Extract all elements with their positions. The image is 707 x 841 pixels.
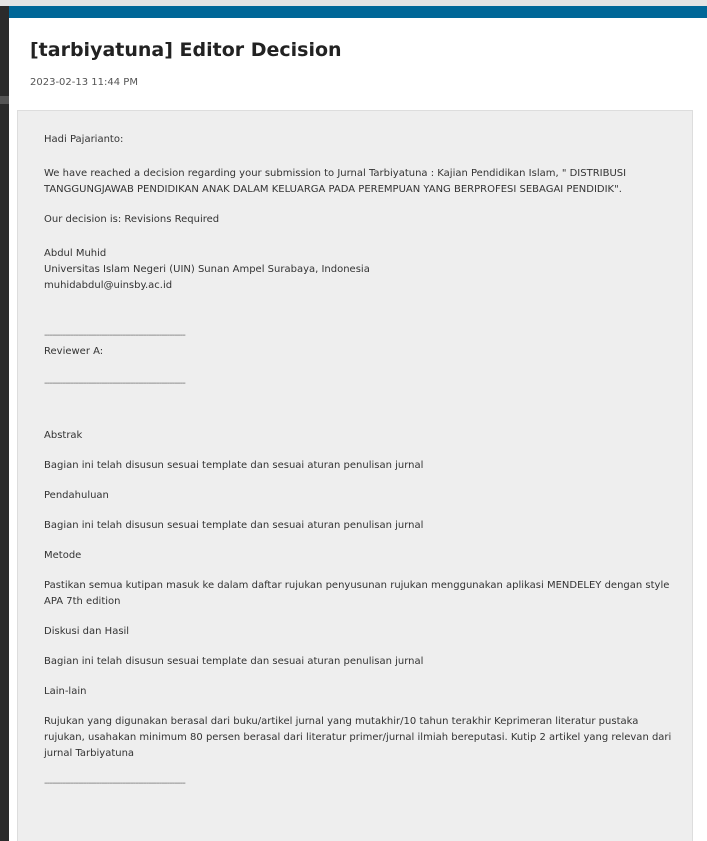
backdrop-overlay	[0, 0, 9, 841]
email-body: Hadi Pajarianto: We have reached a decis…	[17, 110, 693, 841]
modal-title: [tarbiyatuna] Editor Decision	[30, 39, 342, 61]
section-comment: Pastikan semua kutipan masuk ke dalam da…	[44, 580, 670, 607]
page: [tarbiyatuna] Editor Decision 2023-02-13…	[0, 0, 707, 841]
section-heading: Abstrak	[44, 430, 83, 441]
editor-email: muhidabdul@uinsby.ac.id	[44, 280, 173, 291]
section-heading: Diskusi dan Hasil	[44, 626, 130, 637]
salutation: Hadi Pajarianto:	[44, 134, 124, 145]
editor-affiliation: Universitas Islam Negeri (UIN) Sunan Amp…	[44, 264, 370, 275]
modal-header: [tarbiyatuna] Editor Decision 2023-02-13…	[9, 18, 707, 90]
email-modal: [tarbiyatuna] Editor Decision 2023-02-13…	[9, 6, 707, 841]
section-heading: Metode	[44, 550, 82, 561]
reviewer-label: Reviewer A:	[44, 346, 104, 357]
separator-line: ----------------------------------------…	[44, 778, 186, 789]
section-comment: Rujukan yang digunakan berasal dari buku…	[44, 716, 672, 759]
section-heading: Pendahuluan	[44, 490, 109, 501]
section-comment: Bagian ini telah disusun sesuai template…	[44, 656, 424, 667]
decision-intro: We have reached a decision regarding you…	[44, 168, 627, 195]
section-comment: Bagian ini telah disusun sesuai template…	[44, 520, 424, 531]
modal-accent-bar	[9, 6, 707, 18]
section-heading: Lain-lain	[44, 686, 87, 697]
section-comment: Bagian ini telah disusun sesuai template…	[44, 460, 424, 471]
decision-line: Our decision is: Revisions Required	[44, 214, 220, 225]
email-date: 2023-02-13 11:44 PM	[30, 77, 138, 88]
editor-name: Abdul Muhid	[44, 248, 107, 259]
backdrop-element	[0, 96, 9, 104]
separator-line: ----------------------------------------…	[44, 378, 186, 389]
separator-line: ----------------------------------------…	[44, 330, 186, 341]
